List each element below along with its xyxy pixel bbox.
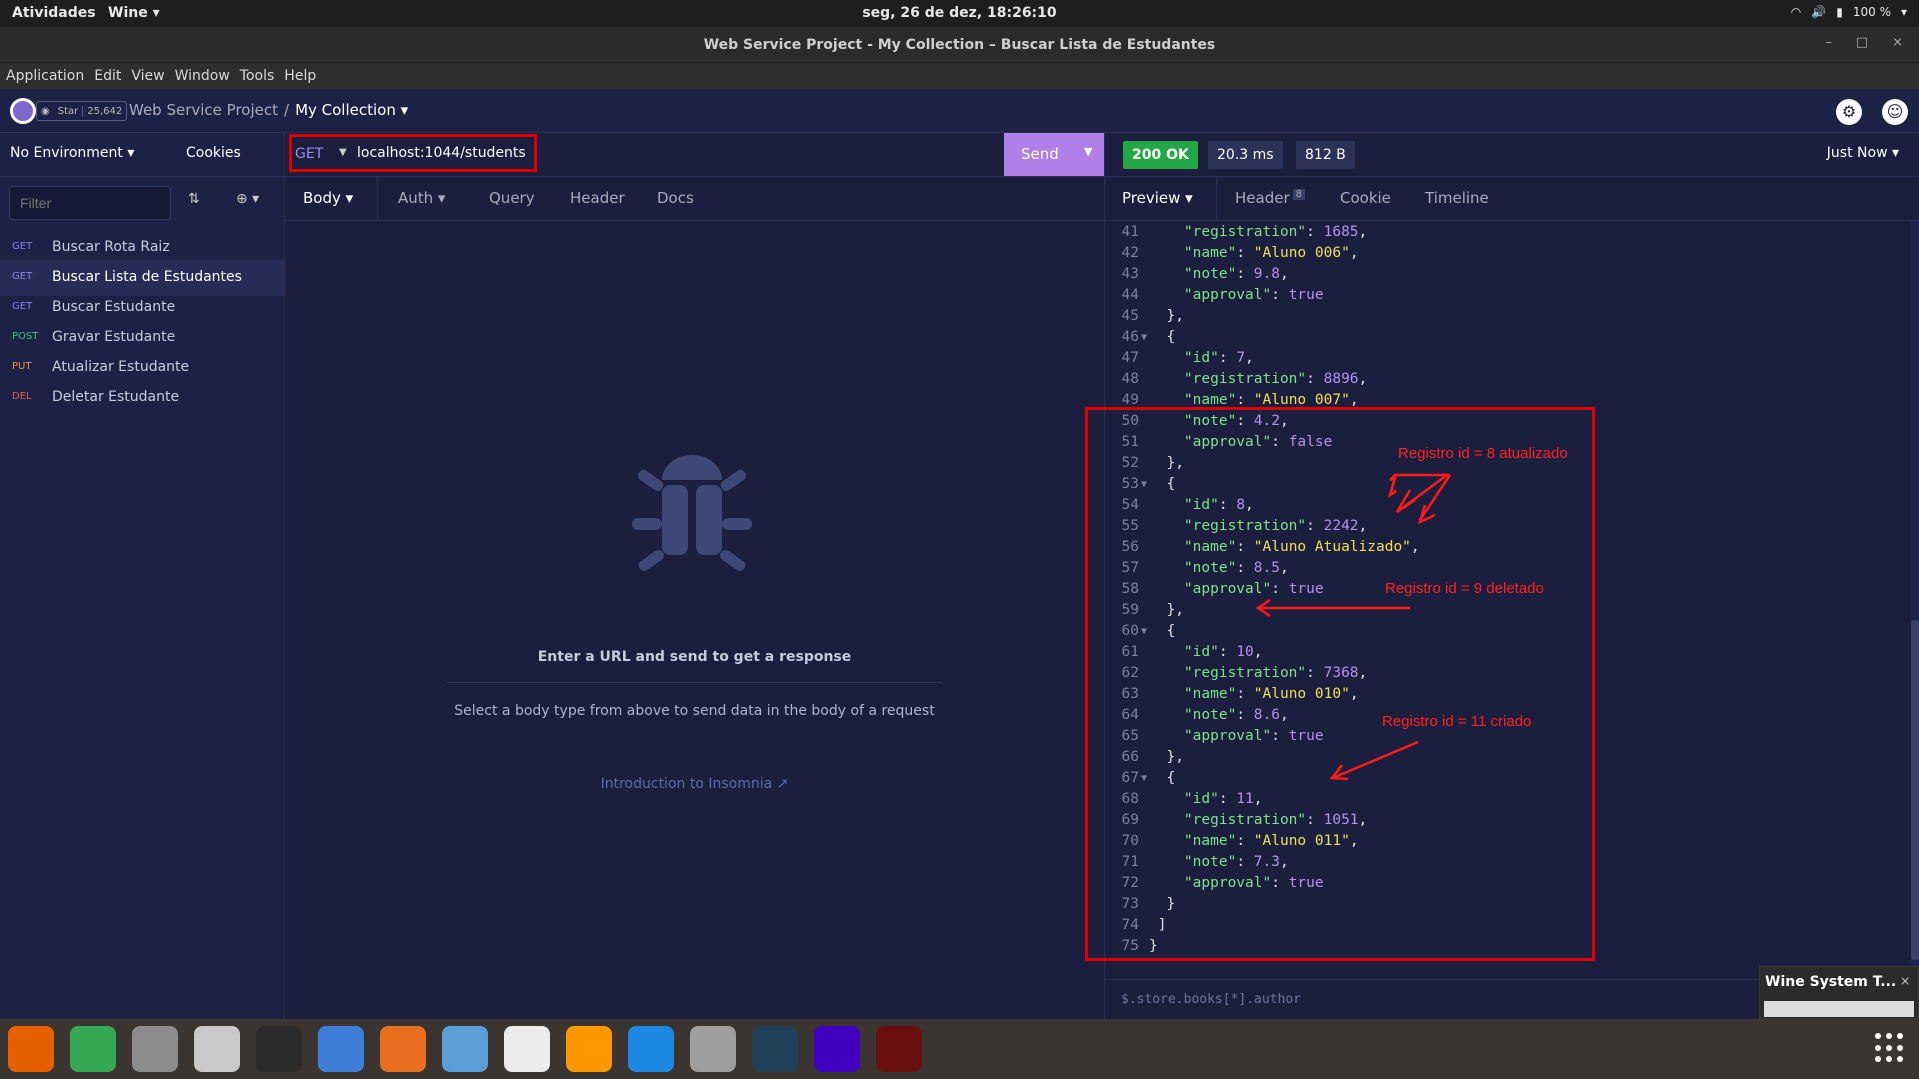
wine-icon[interactable] bbox=[876, 1026, 922, 1072]
mysql-workbench-icon[interactable] bbox=[752, 1026, 798, 1072]
wine-notification[interactable]: Wine System T... × bbox=[1759, 966, 1919, 1019]
insomnia-icon[interactable] bbox=[814, 1026, 860, 1072]
image-viewer-icon[interactable] bbox=[442, 1026, 488, 1072]
database-icon[interactable] bbox=[690, 1026, 736, 1072]
terminal-icon[interactable] bbox=[256, 1026, 302, 1072]
wine-notification-title: Wine System T... bbox=[1765, 974, 1897, 990]
firefox-icon[interactable] bbox=[8, 1026, 54, 1072]
chrome-icon[interactable] bbox=[70, 1026, 116, 1072]
arrow-updated-2-head bbox=[1395, 489, 1416, 514]
show-applications-icon[interactable] bbox=[1875, 1033, 1905, 1063]
close-icon[interactable]: × bbox=[1900, 974, 1910, 988]
software-icon[interactable] bbox=[380, 1026, 426, 1072]
evince-icon[interactable] bbox=[504, 1026, 550, 1072]
vscode-icon[interactable] bbox=[628, 1026, 674, 1072]
sublime-icon[interactable] bbox=[566, 1026, 612, 1072]
annotation-arrows bbox=[1255, 473, 1452, 781]
arrow-updated-1 bbox=[1418, 474, 1452, 521]
files-icon[interactable] bbox=[132, 1026, 178, 1072]
help-icon[interactable] bbox=[318, 1026, 364, 1072]
rhythmbox-icon[interactable] bbox=[194, 1026, 240, 1072]
dock bbox=[0, 1019, 1919, 1079]
arrow-created bbox=[1334, 740, 1419, 779]
wine-notification-preview bbox=[1764, 1001, 1914, 1017]
